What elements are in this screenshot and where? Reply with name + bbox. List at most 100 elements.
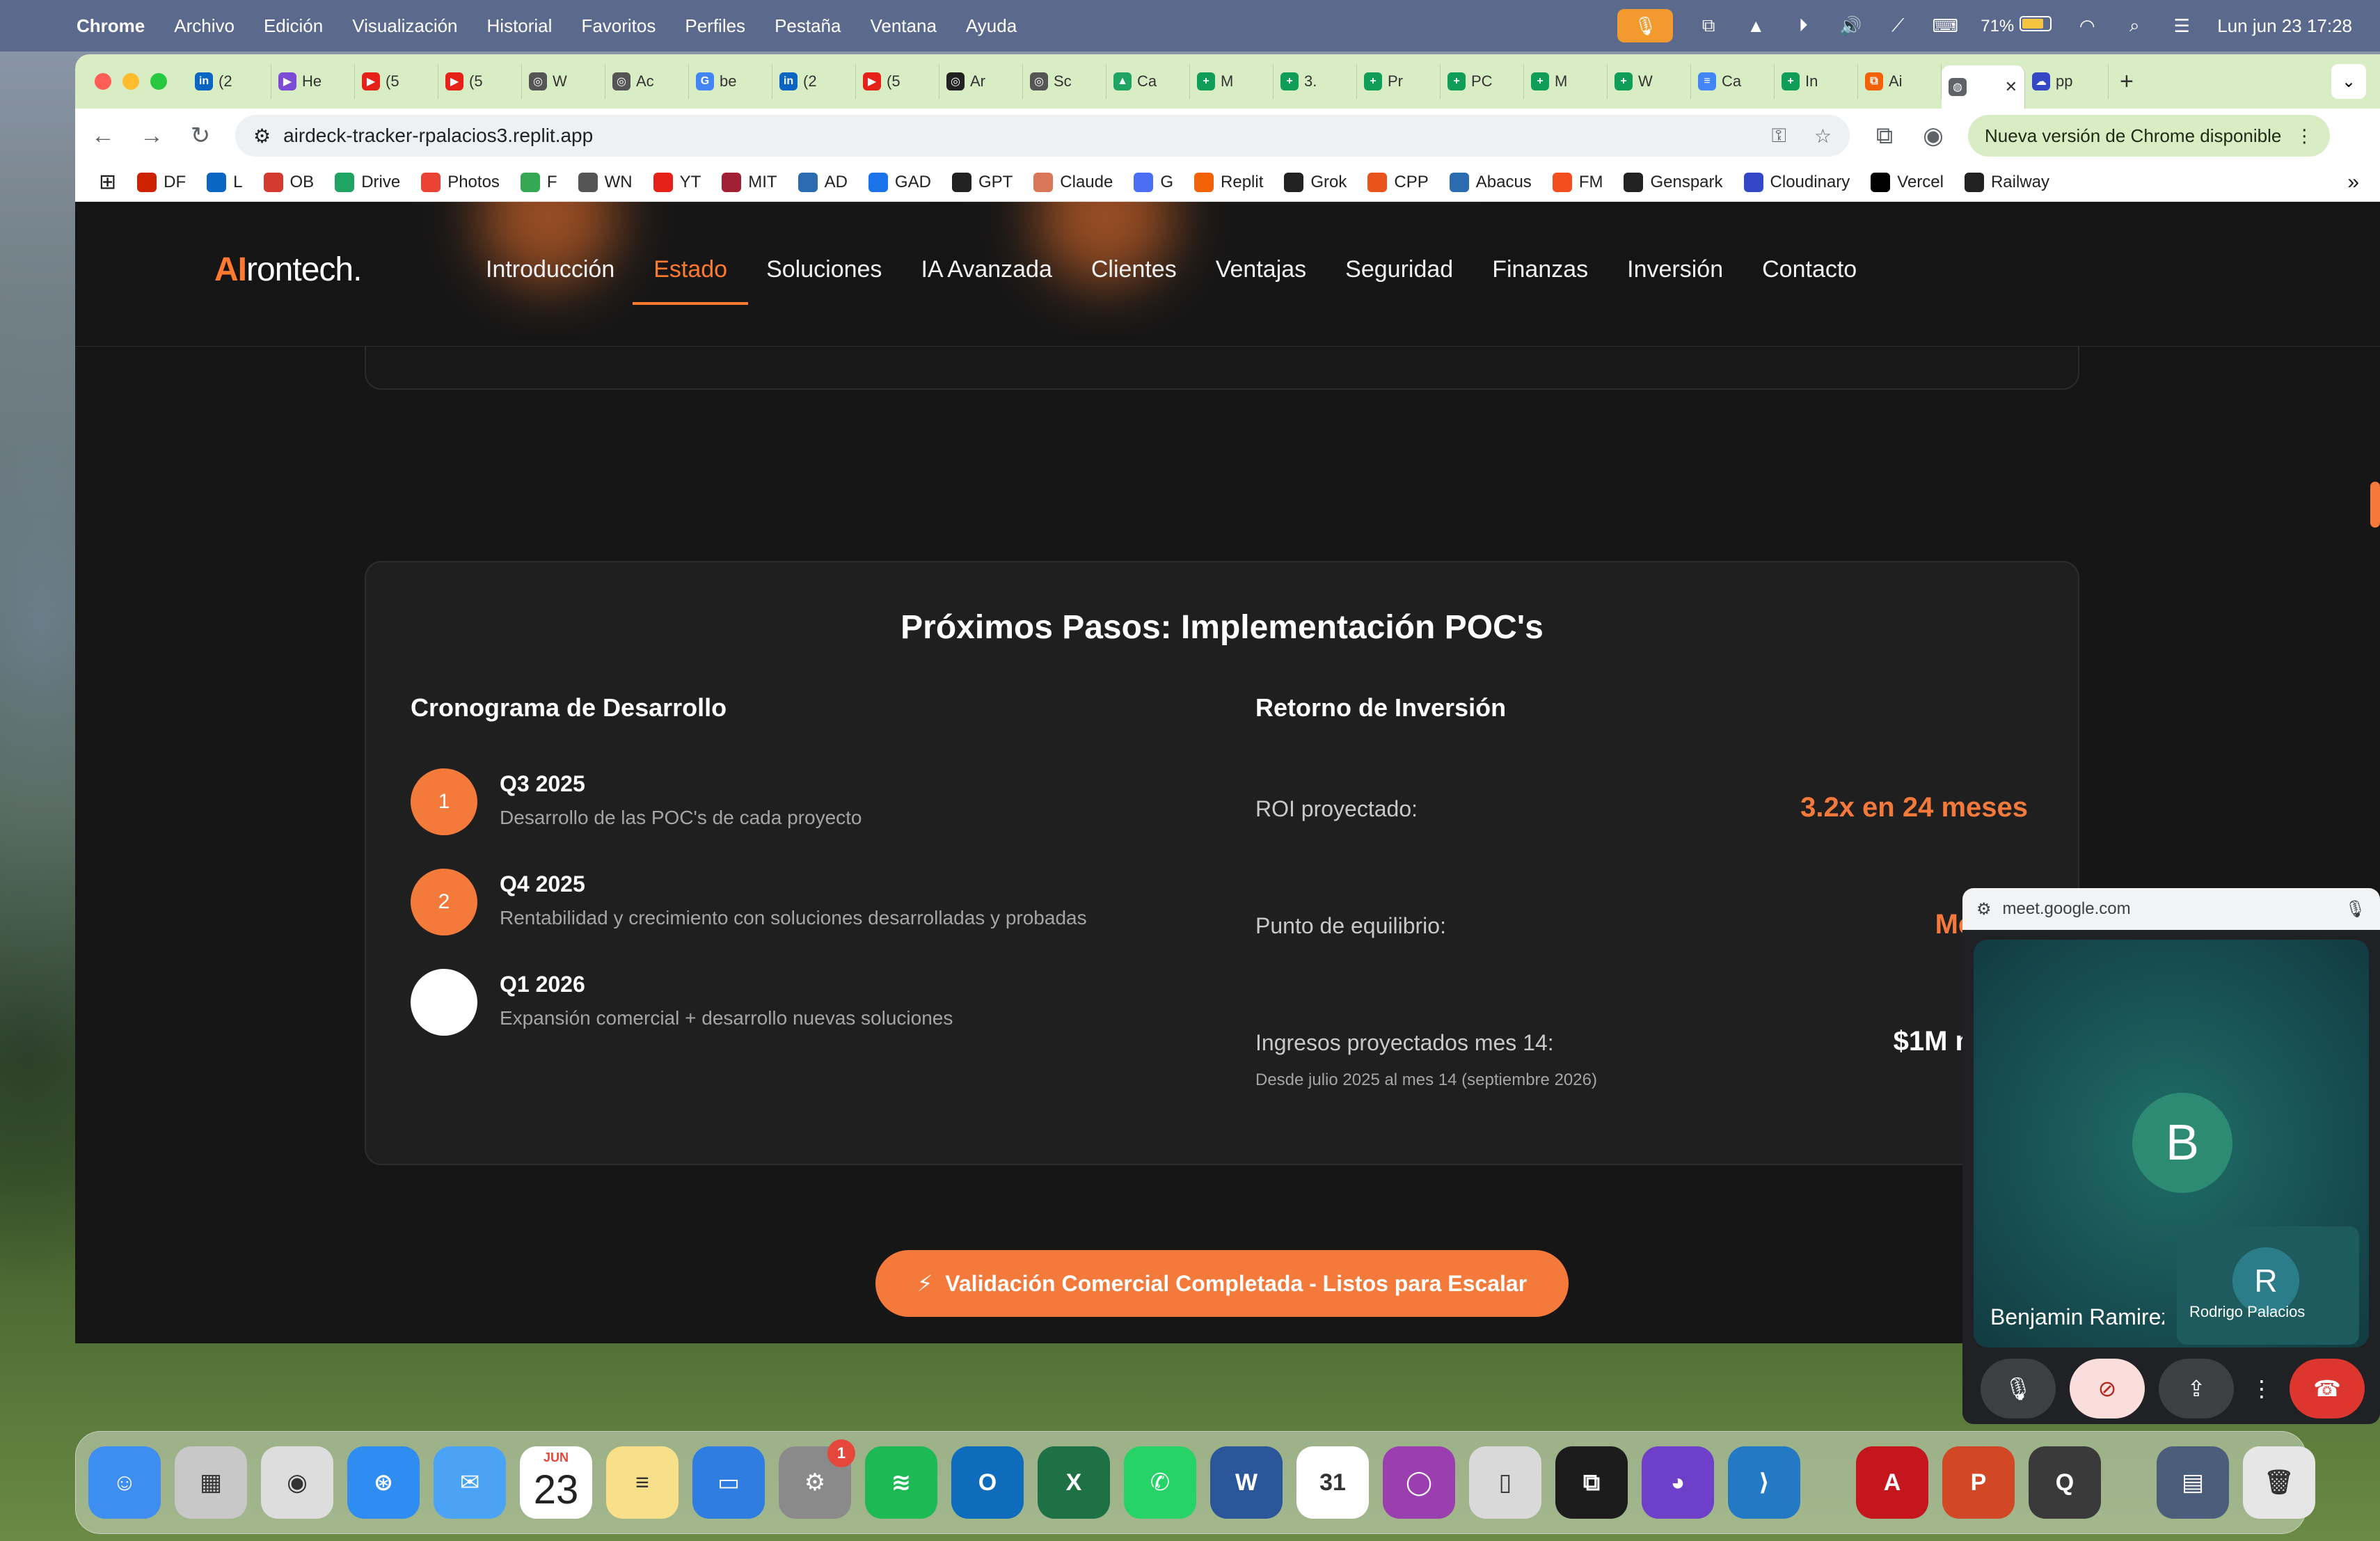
nav-link[interactable]: Introducción: [486, 256, 653, 283]
bookmark-item[interactable]: AD: [798, 172, 848, 192]
calendar-icon[interactable]: JUN 23: [520, 1446, 592, 1519]
finder-icon[interactable]: ☺: [88, 1446, 161, 1519]
present-screen-button[interactable]: ⇪: [2159, 1359, 2234, 1418]
browser-tab[interactable]: ▲ Ca: [1106, 64, 1190, 99]
system-settings-icon[interactable]: ⚙ 1: [779, 1439, 855, 1519]
bookmark-star-icon[interactable]: ☆: [1814, 125, 1832, 148]
apps-grid-icon[interactable]: ⊞: [99, 170, 116, 194]
forward-button[interactable]: →: [138, 123, 166, 150]
trash-icon[interactable]: 🗑: [2243, 1446, 2315, 1519]
menu-pestana[interactable]: Pestaña: [775, 15, 841, 37]
bookmark-item[interactable]: L: [207, 172, 243, 192]
browser-tab[interactable]: ◍ ✕: [1942, 65, 2025, 109]
keynote-icon[interactable]: ▭: [692, 1446, 765, 1519]
menu-edicion[interactable]: Edición: [264, 15, 323, 37]
camera-off-button[interactable]: ⊘: [2070, 1359, 2145, 1418]
battery-icon[interactable]: [2020, 15, 2052, 31]
notes-icon[interactable]: ≡: [606, 1446, 679, 1519]
browser-tab[interactable]: + Pr: [1357, 64, 1441, 99]
bookmark-item[interactable]: Drive: [335, 172, 400, 192]
bookmark-item[interactable]: Genspark: [1624, 172, 1723, 192]
browser-tab[interactable]: in (2: [188, 64, 271, 99]
play-status-icon[interactable]: ⏵: [1791, 15, 1815, 36]
vscode-icon[interactable]: ⟩: [1728, 1446, 1800, 1519]
menu-visualizacion[interactable]: Visualización: [352, 15, 457, 37]
keyboard-icon[interactable]: ⌨: [1932, 15, 1958, 36]
bookmark-item[interactable]: CPP: [1367, 172, 1429, 192]
back-button[interactable]: ←: [89, 123, 117, 150]
extensions-icon[interactable]: ⧉: [1871, 123, 1898, 150]
browser-tab[interactable]: ▶ (5: [355, 64, 438, 99]
site-logo[interactable]: AIrontech.: [214, 251, 362, 289]
minimize-window-button[interactable]: [122, 73, 139, 90]
menu-perfiles[interactable]: Perfiles: [685, 15, 745, 37]
menu-app-name[interactable]: Chrome: [77, 15, 145, 37]
bookmark-item[interactable]: Replit: [1194, 172, 1263, 192]
site-settings-icon[interactable]: ⚙: [1976, 899, 1992, 919]
zoom-window-button[interactable]: [150, 73, 167, 90]
browser-tab[interactable]: + W: [1608, 64, 1691, 99]
profile-avatar[interactable]: ◉: [1919, 122, 1947, 150]
wifi-icon[interactable]: ◠: [2075, 15, 2099, 36]
browser-tab[interactable]: in (2: [772, 64, 856, 99]
word-icon[interactable]: W: [1210, 1446, 1283, 1519]
site-info-icon[interactable]: ⚙: [253, 125, 271, 148]
bookmark-item[interactable]: MIT: [722, 172, 777, 192]
bookmark-item[interactable]: Vercel: [1871, 172, 1944, 192]
browser-tab[interactable]: ☁ pp: [2025, 64, 2109, 99]
nav-link[interactable]: Soluciones: [766, 256, 921, 283]
browser-tab[interactable]: +3.: [1274, 64, 1357, 99]
address-bar[interactable]: ⚙ airdeck-tracker-rpalacios3.replit.app …: [235, 115, 1850, 157]
nav-link[interactable]: Estado: [633, 256, 766, 305]
browser-tab[interactable]: ▶ He: [271, 64, 355, 99]
bookmark-item[interactable]: Railway: [1964, 172, 2049, 192]
bookmark-item[interactable]: F: [520, 172, 557, 192]
spotlight-search-icon[interactable]: ⌕: [2123, 15, 2146, 36]
nav-link[interactable]: Seguridad: [1345, 256, 1492, 283]
github-icon[interactable]: ◕: [1642, 1446, 1714, 1519]
browser-tab[interactable]: ▶ (5: [438, 64, 522, 99]
end-call-button[interactable]: ☎: [2290, 1359, 2365, 1418]
spotify-icon[interactable]: ≋: [865, 1446, 937, 1519]
browser-tab[interactable]: ▶ (5: [856, 64, 939, 99]
bookmark-item[interactable]: G: [1134, 172, 1173, 192]
bookmark-item[interactable]: WN: [578, 172, 633, 192]
screen-mirroring-icon[interactable]: ⧉: [1697, 15, 1720, 36]
calendar31-icon[interactable]: 31: [1296, 1446, 1369, 1519]
powerpoint-icon[interactable]: P: [1942, 1446, 2015, 1519]
validation-cta-button[interactable]: ⚡ Validación Comercial Completada - List…: [875, 1250, 1569, 1317]
pen-icon[interactable]: ⟋: [1886, 15, 1910, 36]
microphone-button[interactable]: 🎙: [1981, 1359, 2056, 1418]
nav-link[interactable]: IA Avanzada: [921, 256, 1090, 283]
menu-archivo[interactable]: Archivo: [174, 15, 235, 37]
microphone-indicator-icon[interactable]: 🎙: [1617, 9, 1674, 42]
page-scroll-indicator[interactable]: [2370, 482, 2380, 528]
volume-icon[interactable]: 🔊: [1839, 15, 1862, 36]
more-bookmarks-icon[interactable]: »: [2347, 171, 2359, 194]
bookmark-item[interactable]: OB: [263, 172, 314, 192]
password-key-icon[interactable]: ⚿: [1772, 125, 1786, 148]
menubar-clock[interactable]: Lun jun 23 17:28: [2217, 15, 2352, 37]
browser-tab[interactable]: + In: [1775, 64, 1858, 99]
nav-link[interactable]: Inversión: [1627, 256, 1762, 283]
browser-tab[interactable]: + M: [1190, 64, 1274, 99]
nav-link[interactable]: Ventajas: [1216, 256, 1345, 283]
menu-favoritos[interactable]: Favoritos: [581, 15, 656, 37]
bookmark-item[interactable]: GPT: [951, 172, 1013, 192]
bookmark-item[interactable]: Grok: [1284, 172, 1347, 192]
replit-app-icon[interactable]: ⧉: [1555, 1446, 1628, 1519]
reload-button[interactable]: ↻: [187, 122, 214, 150]
chrome-update-button[interactable]: Nueva versión de Chrome disponible ⋮: [1968, 115, 2331, 157]
drive-status-icon[interactable]: ▲: [1744, 15, 1768, 36]
new-tab-button[interactable]: +: [2120, 68, 2134, 95]
safari-icon[interactable]: ⊛: [347, 1446, 420, 1519]
menu-ventana[interactable]: Ventana: [870, 15, 936, 37]
outlook-icon[interactable]: O: [951, 1446, 1024, 1519]
quicktime-icon[interactable]: Q: [2029, 1446, 2101, 1519]
browser-tab[interactable]: ◎ Ac: [605, 64, 689, 99]
browser-tab[interactable]: Gbe: [689, 64, 772, 99]
bookmark-item[interactable]: GAD: [868, 172, 931, 192]
iphone-mirroring-icon[interactable]: ▯: [1469, 1446, 1541, 1519]
self-view-tile[interactable]: R Rodrigo Palacios: [2177, 1226, 2359, 1345]
browser-tab[interactable]: ◎ W: [522, 64, 605, 99]
